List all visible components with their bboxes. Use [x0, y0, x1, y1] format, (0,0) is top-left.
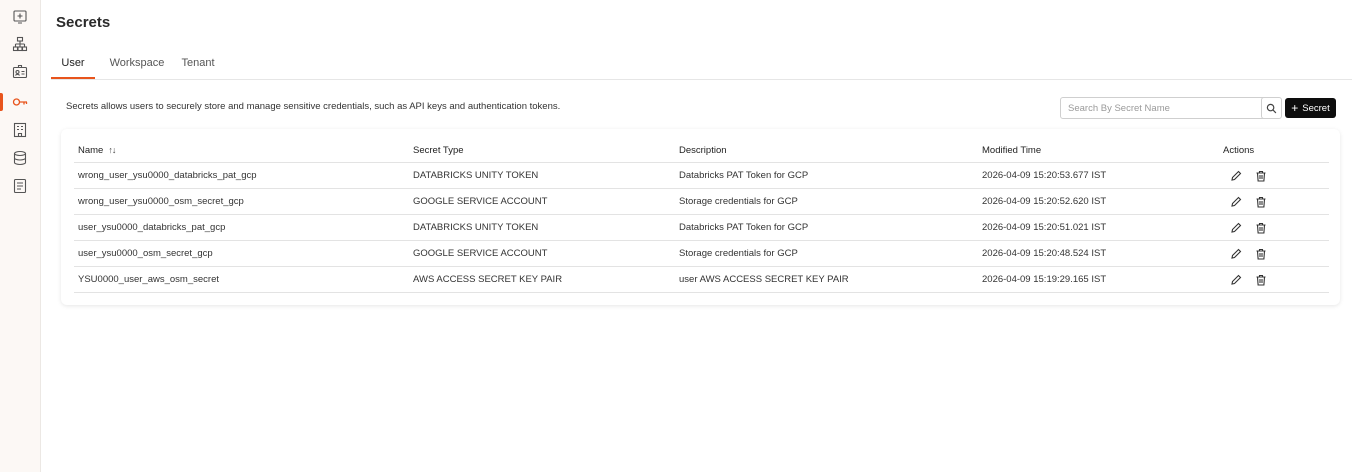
- cell-type: GOOGLE SERVICE ACCOUNT: [409, 188, 675, 215]
- tab-tenant[interactable]: Tenant: [179, 48, 217, 78]
- cell-description: user AWS ACCESS SECRET KEY PAIR: [675, 266, 978, 293]
- cell-actions: [1219, 214, 1329, 241]
- column-header-name[interactable]: Name ↑↓: [74, 138, 409, 163]
- trash-icon[interactable]: [1254, 247, 1268, 261]
- page-title: Secrets: [56, 14, 111, 31]
- main-panel: Secrets User Workspace Tenant Secrets al…: [41, 0, 1366, 472]
- hierarchy-icon[interactable]: [10, 34, 30, 54]
- tab-user[interactable]: User: [51, 48, 95, 79]
- trash-icon[interactable]: [1254, 273, 1268, 287]
- column-header-modified: Modified Time: [978, 138, 1219, 163]
- cell-name: YSU0000_user_aws_osm_secret: [74, 266, 409, 293]
- app: Secrets User Workspace Tenant Secrets al…: [0, 0, 1366, 472]
- cell-name: wrong_user_ysu0000_databricks_pat_gcp: [74, 162, 409, 189]
- cell-description: Databricks PAT Token for GCP: [675, 162, 978, 189]
- cell-type: GOOGLE SERVICE ACCOUNT: [409, 240, 675, 267]
- column-header-actions: Actions: [1219, 138, 1329, 163]
- cell-modified: 2026-04-09 15:20:48.524 IST: [978, 240, 1219, 267]
- table-row: wrong_user_ysu0000_osm_secret_gcp GOOGLE…: [74, 188, 1329, 215]
- plus-icon: +: [1291, 101, 1299, 115]
- sort-icon[interactable]: ↑↓: [108, 145, 116, 155]
- edit-icon[interactable]: [1229, 221, 1243, 235]
- table-row: YSU0000_user_aws_osm_secret AWS ACCESS S…: [74, 266, 1329, 293]
- cell-description: Databricks PAT Token for GCP: [675, 214, 978, 241]
- cell-type: DATABRICKS UNITY TOKEN: [409, 214, 675, 241]
- cell-type: AWS ACCESS SECRET KEY PAIR: [409, 266, 675, 293]
- add-secret-label: Secret: [1302, 102, 1330, 114]
- search-input[interactable]: [1060, 97, 1274, 119]
- cell-type: DATABRICKS UNITY TOKEN: [409, 162, 675, 189]
- document-list-icon[interactable]: [10, 176, 30, 196]
- edit-icon[interactable]: [1229, 247, 1243, 261]
- search-icon: [1266, 103, 1277, 113]
- monitor-plus-icon[interactable]: [10, 7, 30, 27]
- trash-icon[interactable]: [1254, 195, 1268, 209]
- table-header-row: Name ↑↓ Secret Type Description Modified …: [74, 138, 1329, 163]
- tab-workspace[interactable]: Workspace: [105, 48, 169, 78]
- cell-description: Storage credentials for GCP: [675, 240, 978, 267]
- column-header-name-label: Name: [78, 144, 104, 156]
- cell-name: user_ysu0000_databricks_pat_gcp: [74, 214, 409, 241]
- page-description: Secrets allows users to securely store a…: [66, 101, 561, 112]
- cell-modified: 2026-04-09 15:20:53.677 IST: [978, 162, 1219, 189]
- sidebar: [0, 0, 41, 472]
- cell-name: user_ysu0000_osm_secret_gcp: [74, 240, 409, 267]
- cell-name: wrong_user_ysu0000_osm_secret_gcp: [74, 188, 409, 215]
- add-secret-button[interactable]: + Secret: [1285, 98, 1336, 118]
- cell-modified: 2026-04-09 15:20:52.620 IST: [978, 188, 1219, 215]
- edit-icon[interactable]: [1229, 195, 1243, 209]
- cell-modified: 2026-04-09 15:19:29.165 IST: [978, 266, 1219, 293]
- secrets-table: Name ↑↓ Secret Type Description Modified …: [74, 138, 1329, 293]
- trash-icon[interactable]: [1254, 221, 1268, 235]
- edit-icon[interactable]: [1229, 273, 1243, 287]
- trash-icon[interactable]: [1254, 169, 1268, 183]
- building-icon[interactable]: [10, 120, 30, 140]
- table-row: user_ysu0000_osm_secret_gcp GOOGLE SERVI…: [74, 240, 1329, 267]
- database-icon[interactable]: [10, 148, 30, 168]
- cell-actions: [1219, 162, 1329, 189]
- id-card-icon[interactable]: [10, 62, 30, 82]
- cell-actions: [1219, 240, 1329, 267]
- secrets-table-card: Name ↑↓ Secret Type Description Modified …: [61, 129, 1340, 305]
- key-icon[interactable]: [0, 92, 30, 112]
- table-row: wrong_user_ysu0000_databricks_pat_gcp DA…: [74, 162, 1329, 189]
- cell-actions: [1219, 266, 1329, 293]
- column-header-type: Secret Type: [409, 138, 675, 163]
- table-row: user_ysu0000_databricks_pat_gcp DATABRIC…: [74, 214, 1329, 241]
- cell-actions: [1219, 188, 1329, 215]
- search-button[interactable]: [1261, 97, 1282, 119]
- cell-modified: 2026-04-09 15:20:51.021 IST: [978, 214, 1219, 241]
- cell-description: Storage credentials for GCP: [675, 188, 978, 215]
- edit-icon[interactable]: [1229, 169, 1243, 183]
- column-header-description: Description: [675, 138, 978, 163]
- tab-bar: User Workspace Tenant: [51, 48, 1352, 80]
